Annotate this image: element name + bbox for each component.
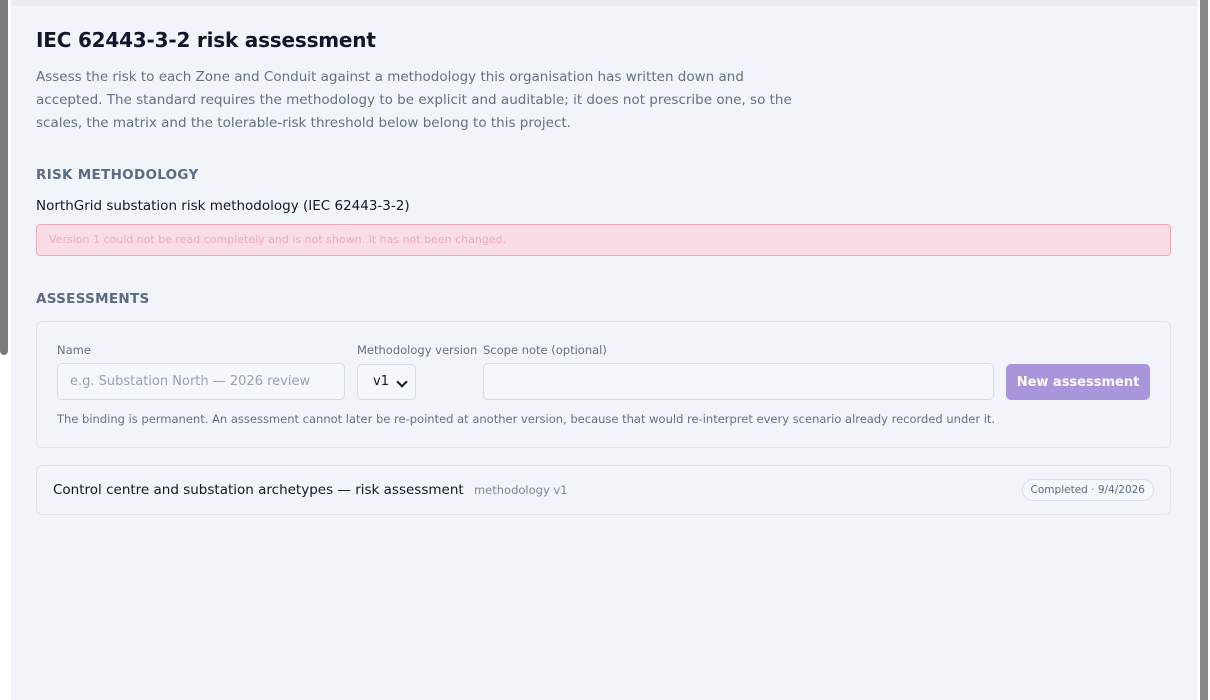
assessment-methodology-tag: methodology v1 [473, 483, 568, 497]
name-label: Name [57, 343, 91, 357]
risk-assessment-page: IEC 62443-3-2 risk assessment Assess the… [36, 28, 1171, 515]
scope-note-input[interactable] [483, 363, 994, 400]
binding-note: The binding is permanent. An assessment … [57, 412, 996, 426]
page-title: IEC 62443-3-2 risk assessment [36, 28, 376, 52]
assessment-list-item[interactable]: Control centre and substation archetypes… [36, 465, 1171, 515]
methodology-version-label: Methodology version [357, 343, 478, 357]
chevron-down-icon [396, 376, 408, 388]
methodology-version-select[interactable]: v1 [357, 364, 416, 400]
status-badge: Completed · 9/4/2026 [1021, 479, 1154, 501]
assessments-heading: ASSESSMENTS [36, 291, 150, 307]
page-intro: Assess the risk to each Zone and Conduit… [36, 69, 792, 131]
top-strip [11, 0, 1198, 6]
assessment-name-input[interactable] [57, 363, 345, 400]
left-scrollbar[interactable] [0, 0, 8, 355]
assessment-title-text[interactable]: Control centre and substation archetypes… [53, 482, 464, 498]
assessment-title[interactable]: Control centre and substation archetypes… [53, 482, 568, 498]
methodology-error-banner: Version 1 could not be read completely a… [36, 224, 1171, 256]
version-select-value: v1 [373, 374, 389, 389]
page-scrollbar[interactable] [1198, 0, 1210, 700]
scope-note-label: Scope note (optional) [483, 343, 607, 357]
scrollbar-thumb[interactable] [1200, 0, 1208, 700]
new-assessment-form: Name Methodology version Scope note (opt… [36, 321, 1171, 448]
methodology-name: NorthGrid substation risk methodology (I… [36, 198, 410, 214]
methodology-heading: RISK METHODOLOGY [36, 167, 199, 183]
new-assessment-button[interactable]: New assessment [1006, 364, 1150, 400]
